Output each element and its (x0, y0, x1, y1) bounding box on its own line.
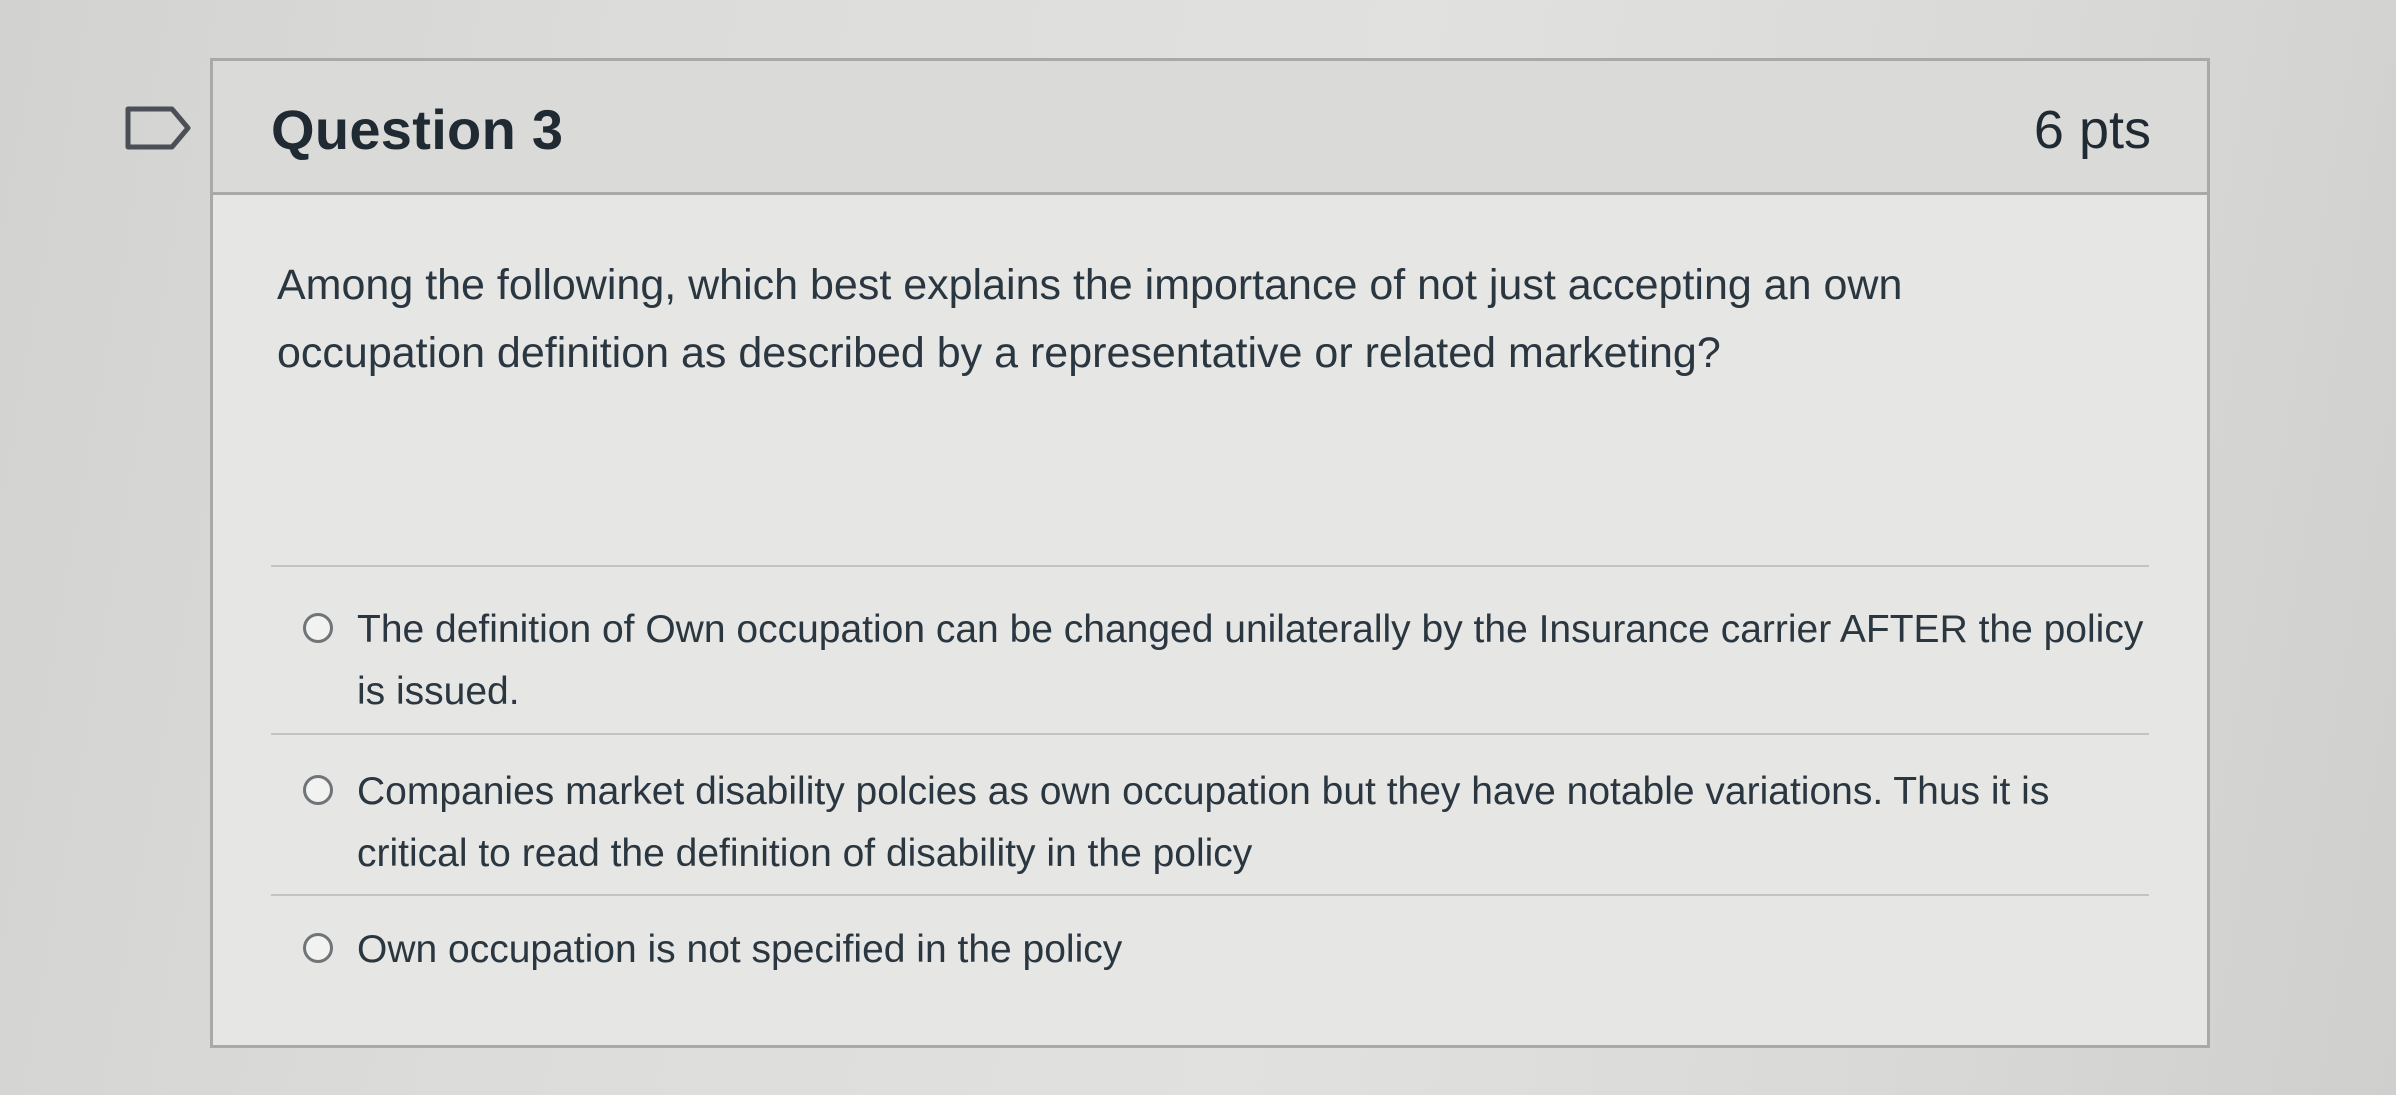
question-card: Question 3 6 pts Among the following, wh… (210, 58, 2210, 1048)
answers-divider (271, 733, 2149, 735)
answers-divider (271, 894, 2149, 896)
answer-option-label: Own occupation is not specified in the p… (357, 928, 1123, 971)
answer-option-label: Companies market disability polcies as o… (357, 770, 2050, 875)
radio-unchecked-icon[interactable] (303, 775, 333, 805)
answer-option-2[interactable]: Companies market disability polcies as o… (303, 761, 2163, 885)
question-title: Question 3 (271, 98, 564, 161)
answers-divider (271, 565, 2149, 567)
question-text: Among the following, which best explains… (277, 261, 1903, 377)
question-points: 6 pts (2033, 100, 2151, 160)
answer-option-3[interactable]: Own occupation is not specified in the p… (303, 919, 2163, 981)
question-header: Question 3 6 pts (213, 61, 2207, 195)
radio-unchecked-icon[interactable] (303, 933, 333, 963)
answer-option-1[interactable]: The definition of Own occupation can be … (303, 599, 2163, 723)
answer-option-label: The definition of Own occupation can be … (357, 608, 2144, 713)
radio-unchecked-icon[interactable] (303, 613, 333, 643)
flag-question-icon[interactable] (122, 104, 194, 152)
